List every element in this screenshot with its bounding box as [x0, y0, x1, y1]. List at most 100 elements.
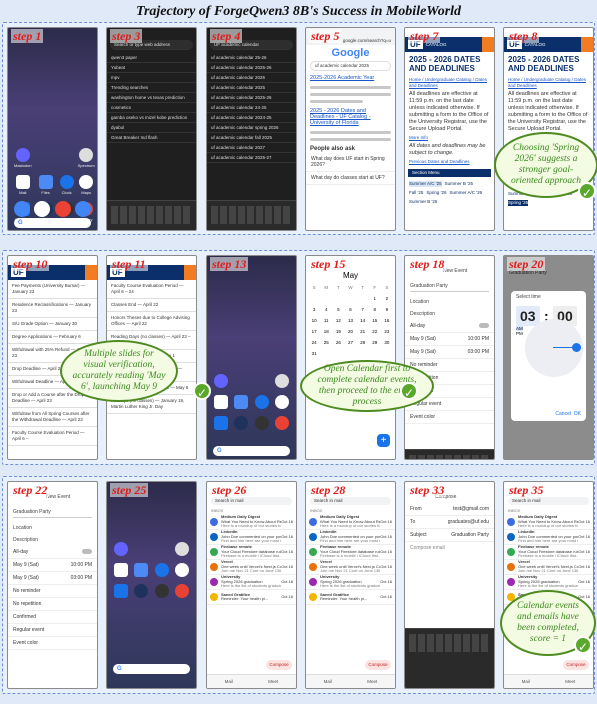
mail-item[interactable]: Firebase remote Your Cloud Firestore data… — [504, 545, 593, 560]
suggestion[interactable]: uf academic calendar 2025 — [207, 83, 296, 93]
suggestion[interactable]: uf academic calendar 25-26 — [207, 53, 296, 63]
calendar-day[interactable]: 11 — [320, 318, 332, 323]
search-input[interactable]: uf academic calendar 2025 — [310, 61, 391, 71]
suggestion[interactable]: uf academic calendar 2025-26 — [207, 93, 296, 103]
spectrum-icon[interactable] — [79, 148, 94, 162]
calendar-day[interactable]: 7 — [357, 307, 369, 312]
tab[interactable]: Spring '26 — [426, 190, 446, 196]
calendar-day[interactable]: 23 — [381, 329, 393, 334]
calendar-day[interactable] — [357, 296, 369, 301]
tab[interactable]: Summer B '25 — [445, 181, 473, 187]
tab[interactable]: Summer A/C '25 — [409, 181, 442, 187]
calendar-day[interactable]: 15 — [369, 318, 381, 323]
mail-item[interactable]: LinkedIn John Doe commented on your post F… — [504, 530, 593, 545]
hour-box[interactable]: 03 — [516, 306, 540, 326]
calendar-day[interactable]: 24 — [308, 340, 320, 345]
clock-face[interactable] — [525, 319, 583, 377]
suggestion[interactable]: uf academic calendar 2026 — [207, 73, 296, 83]
calendar-day[interactable]: 13 — [344, 318, 356, 323]
google-search-bar[interactable]: G — [213, 446, 290, 456]
calendar-day[interactable]: 19 — [332, 329, 344, 334]
mail-item[interactable]: University Spring 2026 graduation Here is … — [306, 575, 395, 590]
menu-icon[interactable] — [482, 37, 494, 52]
files-icon[interactable] — [38, 175, 53, 189]
title-field[interactable]: Graduation Party — [13, 507, 92, 518]
compose-button[interactable]: Compose — [365, 660, 391, 670]
suggestion[interactable]: uf academic calendar 2024-25 — [207, 113, 296, 123]
calendar-day[interactable]: 20 — [344, 329, 356, 334]
calendar-day[interactable]: 26 — [332, 340, 344, 345]
menu-icon[interactable] — [85, 265, 97, 280]
calendar-day[interactable] — [344, 296, 356, 301]
cancel-button[interactable]: Cancel — [555, 411, 571, 417]
messages-icon[interactable] — [34, 201, 51, 217]
tab[interactable]: Fall '25 — [409, 190, 423, 196]
mail-item[interactable]: LinkedIn John Doe commented on your post F… — [207, 530, 296, 545]
search-input[interactable]: Search in mail — [310, 497, 391, 505]
mail-item[interactable]: Firebase remote Your Cloud Firestore data… — [207, 545, 296, 560]
calendar-day[interactable]: 18 — [320, 329, 332, 334]
calendar-day[interactable]: 14 — [357, 318, 369, 323]
mail-item[interactable]: Medium Daily Digest What You Need to Know… — [504, 515, 593, 530]
clock-icon[interactable] — [59, 175, 74, 189]
suggestion[interactable]: cosmetics — [107, 103, 196, 113]
nav-meet[interactable]: Meet — [268, 679, 278, 684]
mail-item[interactable]: Medium Daily Digest What You Need to Know… — [207, 515, 296, 530]
calendar-day[interactable]: 27 — [344, 340, 356, 345]
more-info-link[interactable]: More Info — [405, 134, 494, 142]
mail-icon[interactable] — [114, 563, 129, 577]
nav-mail[interactable]: Mail — [225, 679, 233, 684]
subject-field[interactable]: Graduation Party — [451, 532, 489, 538]
suggestion[interactable]: Yubeat — [107, 63, 196, 73]
end-time[interactable]: 03:00 PM — [468, 349, 489, 355]
paa-item[interactable]: What day does UF start in Spring 2026? — [306, 153, 395, 172]
suggestion[interactable]: washington home vs texas prediction — [107, 93, 196, 103]
paa-item[interactable]: What day do classes start at UF? — [306, 172, 395, 185]
end-date[interactable]: May 9 (Sat) — [410, 349, 436, 355]
mail-item[interactable]: University Spring 2026 graduation Here is … — [504, 575, 593, 590]
section-menu[interactable]: Section Menu — [408, 169, 491, 177]
ok-button[interactable]: OK — [574, 411, 581, 417]
body-field[interactable]: Compose email — [405, 542, 494, 554]
title-field[interactable]: Graduation Party — [410, 281, 489, 292]
result-link[interactable]: 2025 - 2026 Dates and Deadlines - UF Cat… — [306, 107, 395, 127]
settings-icon[interactable] — [74, 201, 91, 217]
mail-item[interactable]: Saeed GratificeReminder: Your health pl.… — [207, 590, 296, 605]
calendar-day[interactable]: 6 — [344, 307, 356, 312]
event-color[interactable]: Event color — [405, 411, 494, 424]
mail-item[interactable]: Vercel One week until Vercel's Next.js Co… — [504, 560, 593, 575]
keyboard[interactable] — [207, 200, 296, 230]
menu-icon[interactable] — [184, 265, 196, 280]
suggestion[interactable]: Great Breaker Ind flash — [107, 133, 196, 143]
suggestion[interactable]: gamba oseko vs mizel kobe prediction — [107, 113, 196, 123]
breadcrumb[interactable]: Home / Undergraduate Catalog / Dates and… — [405, 76, 494, 90]
mail-icon[interactable] — [15, 175, 30, 189]
suggestion[interactable]: uf academic calendar 2027 — [207, 143, 296, 153]
breadcrumb[interactable]: Home / Undergraduate Catalog / Dates and… — [504, 76, 593, 90]
to-field[interactable]: graduates@uf.edu — [448, 519, 489, 525]
calendar-day[interactable]: 25 — [320, 340, 332, 345]
calendar-day[interactable] — [308, 296, 320, 301]
suggestion[interactable]: uf academic calendar 2025-26 — [207, 63, 296, 73]
calendar-day[interactable] — [320, 296, 332, 301]
calendar-day[interactable]: 1 — [369, 296, 381, 301]
compose-button[interactable]: Compose — [266, 660, 292, 670]
mail-item[interactable]: Firebase remote Your Cloud Firestore data… — [306, 545, 395, 560]
keyboard[interactable] — [405, 628, 494, 688]
search-input[interactable]: Search in mail — [211, 497, 292, 505]
calendar-day[interactable]: 3 — [308, 307, 320, 312]
from-field[interactable]: test@gmail.com — [453, 506, 489, 512]
start-time[interactable]: 10:00 PM — [468, 336, 489, 342]
menu-icon[interactable] — [581, 37, 593, 52]
calendar-day[interactable]: 28 — [357, 340, 369, 345]
calendar-day[interactable]: 17 — [308, 329, 320, 334]
suggestion[interactable]: uf academic calendar spring 2026 — [207, 123, 296, 133]
calendar-day[interactable]: 31 — [308, 351, 320, 356]
phone-icon[interactable] — [14, 201, 31, 217]
calendar-day[interactable]: 4 — [320, 307, 332, 312]
pm-toggle[interactable]: PM — [516, 331, 523, 336]
calendar-day[interactable]: 30 — [381, 340, 393, 345]
suggestion[interactable]: uf academic calendar 2025-27 — [207, 153, 296, 163]
description-field[interactable]: Description — [8, 534, 97, 546]
location-field[interactable]: Location — [405, 296, 494, 308]
